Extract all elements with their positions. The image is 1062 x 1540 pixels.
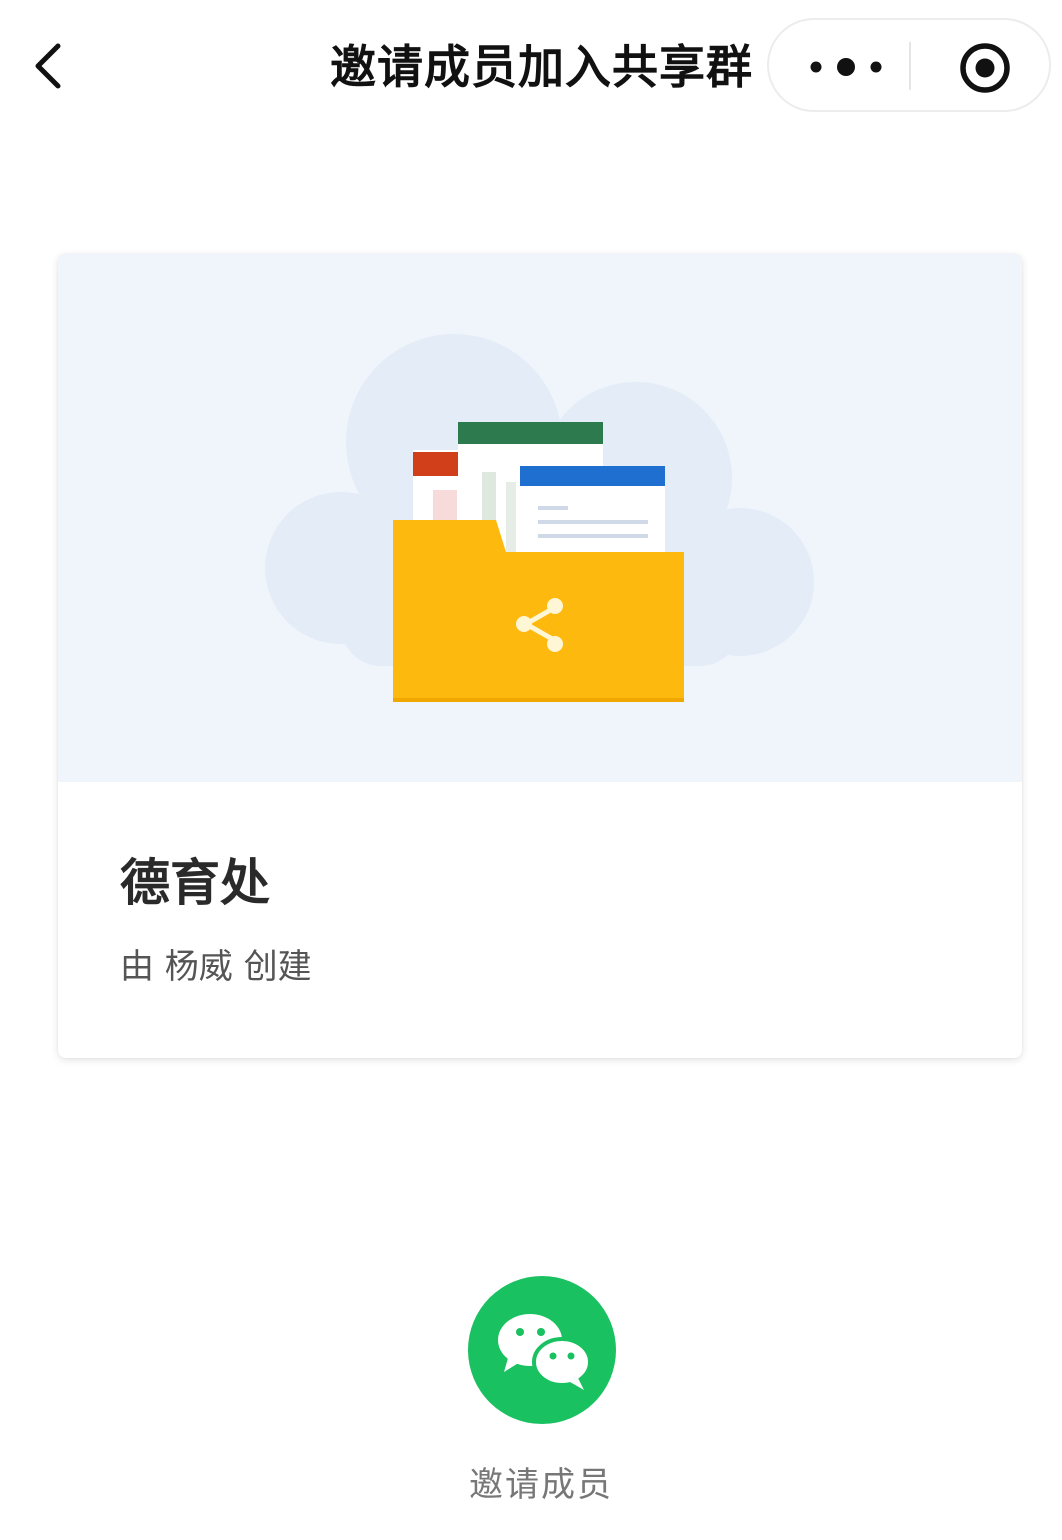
back-button[interactable] bbox=[22, 36, 82, 96]
invite-members-label: 邀请成员 bbox=[469, 1465, 613, 1505]
capsule-menu bbox=[767, 18, 1051, 112]
chevron-left-icon bbox=[35, 43, 61, 89]
wechat-button-circle[interactable] bbox=[468, 1276, 616, 1424]
invite-members-button[interactable]: 邀请成员 bbox=[441, 1276, 641, 1516]
capsule-divider bbox=[909, 42, 911, 90]
page-title: 邀请成员加入共享群 bbox=[330, 40, 753, 94]
wechat-icon bbox=[498, 1314, 592, 1390]
creator-text: 由 杨威 创建 bbox=[120, 947, 312, 987]
more-button[interactable] bbox=[791, 34, 901, 96]
close-button[interactable] bbox=[945, 34, 1025, 96]
record-circle-icon bbox=[960, 43, 1010, 93]
card-hero bbox=[58, 254, 1022, 782]
more-dots-icon bbox=[810, 58, 882, 76]
group-card[interactable]: 德育处 由 杨威 创建 bbox=[58, 254, 1022, 1058]
page: 邀请成员加入共享群 德育处 由 杨威 创建 邀请成员 bbox=[0, 0, 1062, 1540]
card-body: 德育处 由 杨威 创建 bbox=[58, 782, 1022, 1058]
shared-folder-cloud-illustration bbox=[265, 334, 814, 702]
nav-bar: 邀请成员加入共享群 bbox=[0, 0, 1062, 130]
group-name: 德育处 bbox=[120, 854, 270, 912]
